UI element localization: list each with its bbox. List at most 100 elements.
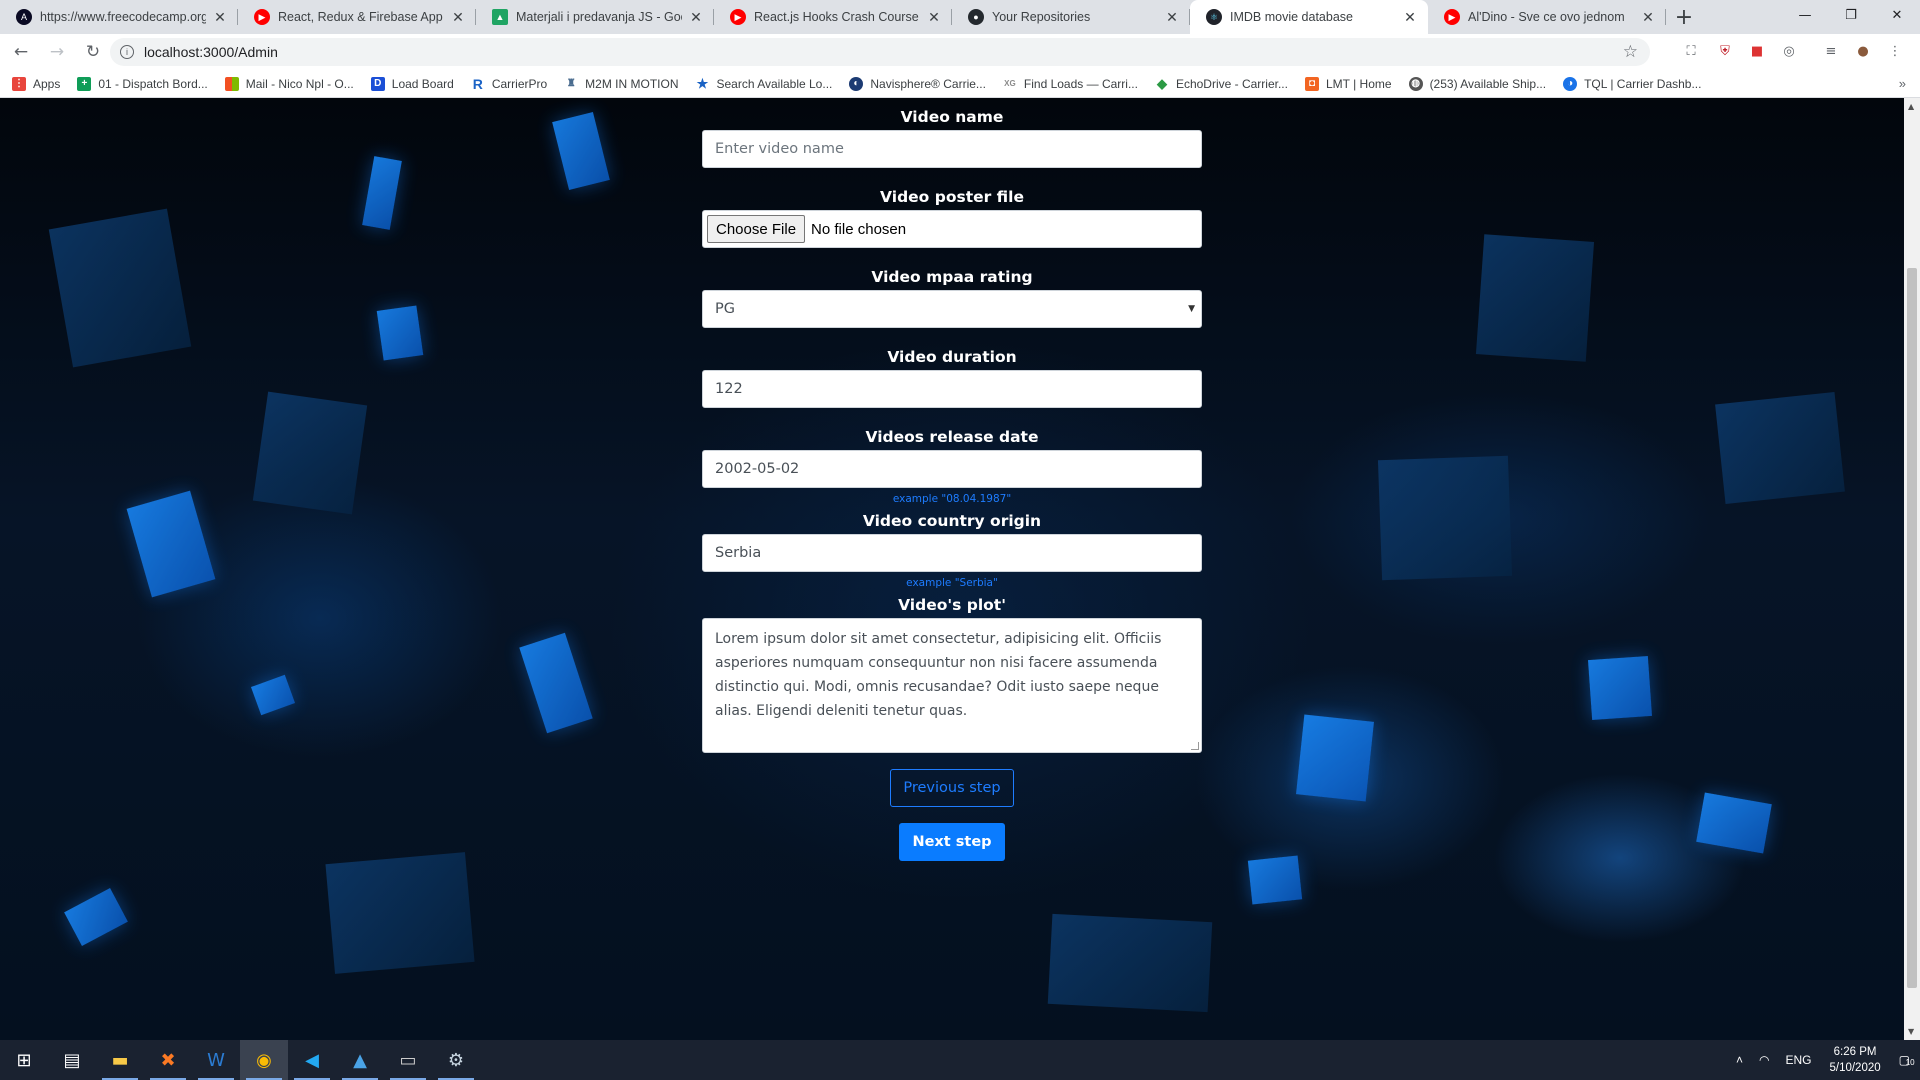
- media-control-icon[interactable]: ≡: [1820, 40, 1842, 62]
- extension-icon[interactable]: ◎: [1778, 40, 1800, 62]
- tab-title: Your Repositories: [992, 10, 1091, 24]
- browser-tab[interactable]: ● Your Repositories ✕: [952, 0, 1190, 34]
- background-cube: [250, 674, 296, 716]
- bookmark-item[interactable]: ★ Search Available Lo...: [696, 76, 833, 91]
- close-icon[interactable]: ✕: [1164, 9, 1180, 26]
- navisphere-icon: ◐: [849, 76, 864, 91]
- minimize-icon[interactable]: —: [1782, 0, 1828, 30]
- plot-text: Lorem ipsum dolor sit amet consectetur, …: [715, 631, 1162, 719]
- windows-start-icon[interactable]: ⊞: [0, 1040, 48, 1080]
- previous-step-button[interactable]: Previous step: [890, 769, 1014, 807]
- resize-grip-icon[interactable]: [1191, 742, 1199, 750]
- browser-tab[interactable]: ▲ Materjali i predavanja JS - Googl ✕: [476, 0, 714, 34]
- video-name-field[interactable]: [702, 130, 1202, 168]
- language-indicator[interactable]: ENG: [1785, 1053, 1811, 1067]
- next-step-button[interactable]: Next step: [899, 823, 1005, 861]
- bookmark-item[interactable]: ♜ M2M IN MOTION: [564, 77, 679, 91]
- bookmark-item[interactable]: ◘ LMT | Home: [1304, 76, 1392, 91]
- tab-title: Materjali i predavanja JS - Googl: [516, 10, 682, 24]
- bookmark-star-icon[interactable]: ☆: [1623, 42, 1638, 62]
- lmt-icon: ◘: [1304, 76, 1319, 91]
- close-icon[interactable]: ✕: [212, 9, 228, 26]
- bookmark-item[interactable]: ⋮ Apps: [12, 76, 60, 91]
- background-cube: [64, 888, 128, 946]
- avatar[interactable]: ●: [1852, 40, 1874, 62]
- more-bookmarks-icon[interactable]: »: [1899, 76, 1906, 91]
- address-bar[interactable]: i localhost:3000/Admin ☆: [110, 38, 1650, 66]
- close-icon[interactable]: ✕: [450, 9, 466, 26]
- close-icon[interactable]: ✕: [688, 9, 704, 26]
- bookmark-item[interactable]: ◑ TQL | Carrier Dashb...: [1563, 76, 1701, 91]
- bookmark-item[interactable]: +01 - Dispatch Bord...: [77, 76, 208, 91]
- bookmark-item[interactable]: XG Find Loads — Carri...: [1003, 77, 1138, 91]
- file-explorer-icon[interactable]: ▬: [96, 1040, 144, 1080]
- bookmark-item[interactable]: Mail - Nico Npl - O...: [224, 76, 354, 91]
- browser-tab-active[interactable]: ⚛ IMDB movie database ✕: [1190, 0, 1428, 34]
- word-icon[interactable]: W: [192, 1040, 240, 1080]
- extension-icon[interactable]: ■: [1746, 40, 1768, 62]
- background-cube: [1475, 234, 1595, 362]
- notification-icon[interactable]: ▢ 10: [1899, 1053, 1915, 1067]
- chrome-icon[interactable]: ◉: [240, 1040, 288, 1080]
- browser-tab[interactable]: ▶ React, Redux & Firebase App Tut ✕: [238, 0, 476, 34]
- tab-title: React, Redux & Firebase App Tut: [278, 10, 444, 24]
- background-cube: [376, 305, 424, 361]
- vscode-icon[interactable]: ◀: [288, 1040, 336, 1080]
- steam-icon[interactable]: ⚙: [432, 1040, 480, 1080]
- bookmark-label: CarrierPro: [491, 76, 548, 91]
- close-icon[interactable]: ✕: [1640, 9, 1656, 26]
- ublock-icon[interactable]: ⛨: [1714, 40, 1736, 62]
- scroll-up-icon[interactable]: ▲: [1908, 102, 1914, 111]
- chevron-up-icon[interactable]: ˄: [1736, 1053, 1743, 1067]
- add-video-form: Video name Video poster file Choose File…: [702, 98, 1202, 861]
- task-view-icon[interactable]: ▤: [48, 1040, 96, 1080]
- mpaa-rating-select[interactable]: PG ▼: [702, 290, 1202, 328]
- windows-taskbar: ⊞ ▤ ▬ ✖ W ◉ ◀ ▲ ▭ ⚙ ˄ ◠ ENG 6:26 PM 5/10…: [0, 1040, 1920, 1080]
- browser-tab-strip: A https://www.freecodecamp.org/l ✕ ▶ Rea…: [0, 0, 1920, 34]
- bookmark-item[interactable]: ◆ EchoDrive - Carrier...: [1155, 76, 1288, 91]
- wifi-icon[interactable]: ◠: [1759, 1053, 1769, 1067]
- react-icon: ⚛: [1206, 9, 1222, 25]
- site-info-icon[interactable]: i: [120, 45, 134, 59]
- choose-file-button[interactable]: Choose File: [707, 215, 806, 243]
- duration-input[interactable]: 122: [702, 370, 1202, 408]
- bookmark-item[interactable]: R CarrierPro: [471, 75, 548, 92]
- page-scrollbar[interactable]: ▲ ▼: [1904, 98, 1920, 1040]
- youtube-icon: ▶: [730, 9, 746, 25]
- terminal-icon[interactable]: ▭: [384, 1040, 432, 1080]
- bookmark-item[interactable]: ◍ (253) Available Ship...: [1408, 76, 1546, 91]
- scroll-down-icon[interactable]: ▼: [1908, 1027, 1914, 1036]
- bookmark-item[interactable]: D Load Board: [370, 76, 454, 91]
- poster-file-field[interactable]: Choose File No file chosen: [702, 210, 1202, 248]
- close-icon[interactable]: ✕: [1402, 9, 1418, 26]
- forward-icon[interactable]: →: [42, 37, 72, 67]
- browser-tab[interactable]: ▶ Al'Dino - Sve ce ovo jednom ✕: [1428, 0, 1666, 34]
- back-icon[interactable]: ←: [6, 37, 36, 67]
- background-cube: [126, 490, 216, 598]
- duration-label: Video duration: [887, 348, 1017, 366]
- system-tray: ˄ ◠ ENG 6:26 PM 5/10/2020 ▢ 10: [1728, 1040, 1920, 1080]
- browser-tab[interactable]: A https://www.freecodecamp.org/l ✕: [0, 0, 238, 34]
- browser-tab[interactable]: ▶ React.js Hooks Crash Course - Yo ✕: [714, 0, 952, 34]
- plot-textarea[interactable]: Lorem ipsum dolor sit amet consectetur, …: [702, 618, 1202, 753]
- new-tab-button[interactable]: +: [1666, 0, 1702, 34]
- clock[interactable]: 6:26 PM 5/10/2020: [1829, 1044, 1880, 1076]
- xampp-icon[interactable]: ✖: [144, 1040, 192, 1080]
- video-name-input[interactable]: [715, 141, 1201, 157]
- screenshot-extension-icon[interactable]: ⛶: [1680, 40, 1702, 62]
- apps-grid-icon: ⋮: [12, 76, 26, 91]
- bookmarks-bar: ⋮ Apps +01 - Dispatch Bord... Mail - Nico…: [0, 70, 1920, 98]
- close-window-icon[interactable]: ✕: [1874, 0, 1920, 30]
- bookmark-item[interactable]: ◐ Navisphere® Carrie...: [849, 76, 986, 91]
- restore-icon[interactable]: ❐: [1828, 0, 1874, 30]
- carrierpro-icon: R: [472, 75, 483, 92]
- close-icon[interactable]: ✕: [926, 9, 942, 26]
- country-origin-input[interactable]: Serbia: [702, 534, 1202, 572]
- reload-icon[interactable]: ↻: [78, 37, 108, 67]
- globe-icon: ◍: [1408, 76, 1423, 91]
- background-cube: [362, 156, 402, 230]
- photos-icon[interactable]: ▲: [336, 1040, 384, 1080]
- release-date-input[interactable]: 2002-05-02: [702, 450, 1202, 488]
- menu-icon[interactable]: ⋮: [1884, 40, 1906, 62]
- scrollbar-thumb[interactable]: [1907, 268, 1917, 988]
